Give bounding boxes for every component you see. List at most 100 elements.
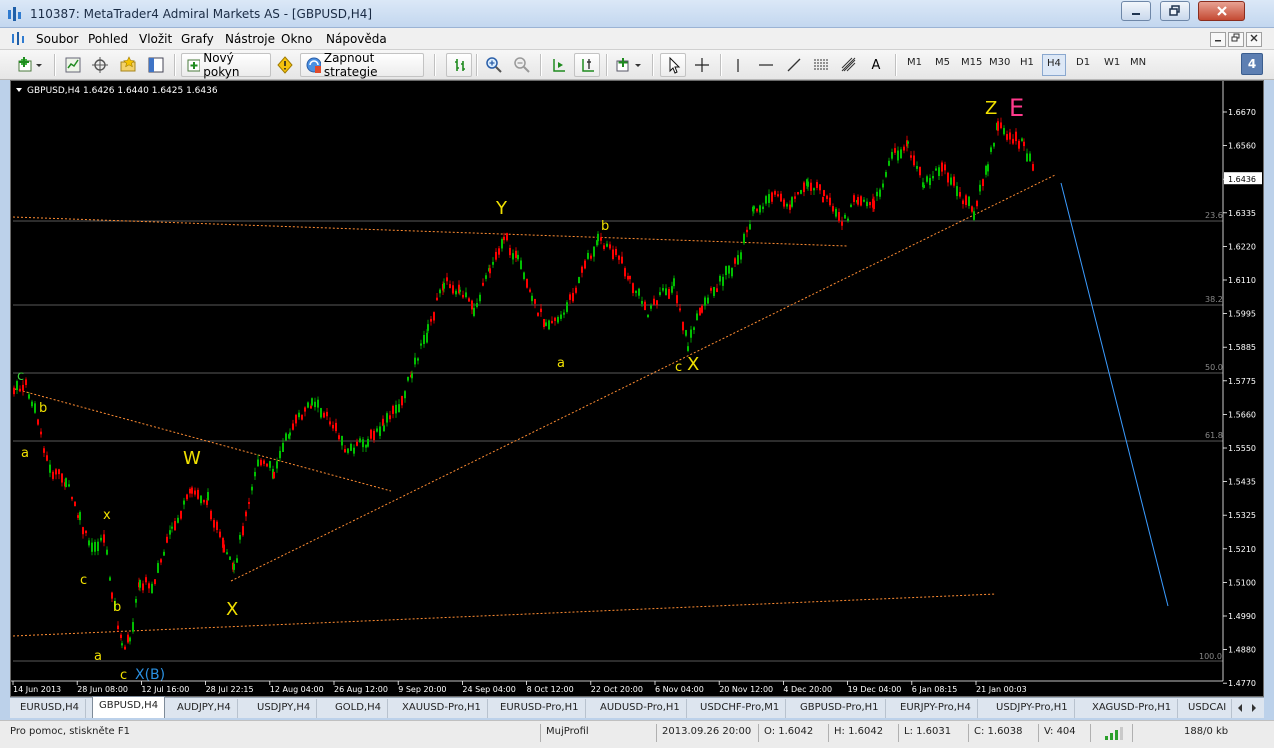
new-chart-button[interactable] <box>14 53 46 77</box>
maximize-button[interactable] <box>1160 1 1190 21</box>
connection-bars-icon[interactable] <box>1104 727 1124 741</box>
tab-usdchf-pro-m1[interactable]: USDCHF-Pro,M1 <box>694 699 787 718</box>
profiles-button[interactable] <box>61 53 85 77</box>
tab-gbpusd-h4[interactable]: GBPUSD,H4 <box>92 696 166 718</box>
status-profile[interactable]: MujProfil <box>546 726 589 737</box>
terminal-button[interactable] <box>144 53 168 77</box>
candle-body <box>392 405 394 414</box>
timeframe-w1[interactable]: W1 <box>1104 57 1120 68</box>
zoom-in-button[interactable] <box>482 53 506 77</box>
menu-vlozit[interactable]: Vložit <box>139 32 172 46</box>
projection-line[interactable] <box>1060 182 1169 607</box>
timeframe-m30[interactable]: M30 <box>989 57 1010 68</box>
candle-body <box>226 552 228 555</box>
menu-grafy[interactable]: Grafy <box>181 32 214 46</box>
tab-usdjpy-pro-h1[interactable]: USDJPY-Pro,H1 <box>990 699 1075 718</box>
tab-eurjpy-pro-h4[interactable]: EURJPY-Pro,H4 <box>894 699 978 718</box>
candle-body <box>111 592 113 599</box>
chart-canvas[interactable]: GBPUSD,H4 1.6426 1.6440 1.6425 1.6436 23… <box>11 81 1263 696</box>
candle-body <box>526 278 528 288</box>
menu-pohled[interactable]: Pohled <box>88 32 128 46</box>
chart-menu-triangle-icon[interactable] <box>16 88 22 92</box>
close-button[interactable] <box>1198 1 1245 21</box>
timeframe-h4[interactable]: H4 <box>1042 54 1066 76</box>
menu-nastroje[interactable]: Nástroje <box>225 32 275 46</box>
candle-body <box>426 332 428 343</box>
menu-napoveda[interactable]: Nápověda <box>326 32 387 46</box>
favorites-button[interactable] <box>116 53 140 77</box>
timeframe-m5[interactable]: M5 <box>935 57 950 68</box>
price-axis: 1.6670 1.6560 1.6436 1.6335 1.6220 1.6110 1.59… <box>1222 81 1262 688</box>
tabs-scroll-right-button[interactable] <box>1248 701 1260 715</box>
fibonacci-tool-button[interactable] <box>837 53 861 77</box>
status-separator <box>758 724 759 742</box>
timeframe-m15[interactable]: M15 <box>961 57 982 68</box>
mdi-minimize-button[interactable] <box>1210 32 1226 47</box>
candle-body <box>913 155 915 166</box>
toolbar-separator <box>434 54 436 76</box>
timeframe-mn[interactable]: MN <box>1130 57 1146 68</box>
new-order-label: Nový pokyn <box>203 51 240 79</box>
tab-eurusd-h4[interactable]: EURUSD,H4 <box>14 699 87 718</box>
tab-audusd-pro-h1[interactable]: AUDUSD-Pro,H1 <box>594 699 687 718</box>
candle-body <box>145 577 147 583</box>
notification-badge[interactable]: 4 <box>1241 53 1263 75</box>
menu-soubor[interactable]: Soubor <box>36 32 78 46</box>
indicators-button[interactable] <box>613 53 645 77</box>
tab-usdcai[interactable]: USDCAI <box>1182 699 1232 718</box>
autotrading-button[interactable]: Zapnout strategie <box>300 51 424 79</box>
candle-body <box>950 177 952 185</box>
metatrader-app-icon[interactable] <box>7 6 23 22</box>
candle-body <box>629 275 631 280</box>
trend-lines[interactable] <box>12 174 1056 637</box>
timeframe-m1[interactable]: M1 <box>907 57 922 68</box>
tab-gold-h4[interactable]: GOLD,H4 <box>329 699 388 718</box>
horizontal-line-tool-button[interactable] <box>755 53 777 77</box>
status-help-text: Pro pomoc, stiskněte F1 <box>10 726 130 737</box>
candle-body <box>197 489 199 499</box>
candle-body <box>756 208 758 212</box>
candle-body <box>1018 140 1020 149</box>
trendline-tool-button[interactable] <box>783 53 805 77</box>
chart-window-icon[interactable] <box>10 31 26 47</box>
candlestick-series[interactable] <box>13 117 1034 650</box>
tab-eurusd-pro-h1[interactable]: EURUSD-Pro,H1 <box>494 699 586 718</box>
tab-xauusd-pro-h1[interactable]: XAUUSD-Pro,H1 <box>396 699 488 718</box>
navigator-button[interactable] <box>88 53 112 77</box>
candle-body <box>34 403 36 413</box>
tab-audjpy-h4[interactable]: AUDJPY,H4 <box>171 699 238 718</box>
candle-body <box>1012 138 1014 144</box>
tabs-scroll-left-button[interactable] <box>1234 701 1246 715</box>
crosshair-tool-button[interactable] <box>690 53 714 77</box>
equidistant-channel-tool-button[interactable] <box>809 53 833 77</box>
price-chart[interactable]: GBPUSD,H4 1.6426 1.6440 1.6425 1.6436 23… <box>10 80 1264 697</box>
bar-chart-button[interactable] <box>446 53 472 77</box>
zoom-in-icon <box>486 57 502 73</box>
fibonacci-levels[interactable]: 23.6 38.2 50.0 61.8 100.0 <box>13 211 1223 662</box>
mdi-close-button[interactable] <box>1246 32 1262 47</box>
mdi-restore-button[interactable] <box>1228 32 1244 47</box>
zoom-out-button[interactable] <box>510 53 534 77</box>
minimize-button[interactable] <box>1121 1 1151 21</box>
new-order-button[interactable]: Nový pokyn <box>181 51 271 79</box>
vertical-line-tool-button[interactable] <box>727 53 749 77</box>
timeframe-d1[interactable]: D1 <box>1076 57 1090 68</box>
candle-body <box>789 204 791 210</box>
chart-tabs: EURUSD,H4 GBPUSD,H4 AUDJPY,H4 USDJPY,H4 … <box>10 696 1264 718</box>
candle-body <box>376 428 378 432</box>
cursor-arrow-icon <box>669 56 681 74</box>
chart-shift-button[interactable] <box>547 53 571 77</box>
text-tool-button[interactable]: A <box>865 53 887 77</box>
auto-scroll-button[interactable] <box>574 53 600 77</box>
tab-usdjpy-h4[interactable]: USDJPY,H4 <box>251 699 318 718</box>
wave-label-a: a <box>94 649 102 664</box>
alert-button[interactable] <box>274 53 296 77</box>
tab-gbpusd-pro-h1[interactable]: GBPUSD-Pro,H1 <box>794 699 886 718</box>
text-tool-label: A <box>871 57 881 73</box>
timeframe-h1[interactable]: H1 <box>1020 57 1034 68</box>
tab-xagusd-pro-h1[interactable]: XAGUSD-Pro,H1 <box>1086 699 1179 718</box>
candle-body <box>997 121 999 131</box>
candle-body <box>163 551 165 556</box>
cursor-tool-button[interactable] <box>660 53 686 77</box>
menu-okno[interactable]: Okno <box>281 32 312 46</box>
